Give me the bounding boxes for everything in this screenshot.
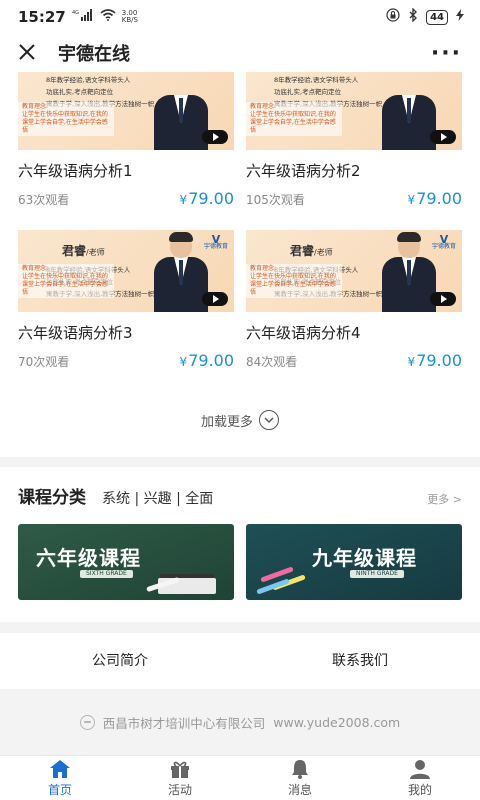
bell-icon bbox=[292, 759, 308, 779]
status-time: 15:27 bbox=[18, 8, 66, 26]
bluetooth-icon bbox=[408, 7, 418, 26]
play-icon[interactable] bbox=[430, 130, 456, 144]
signal-icon: 4G bbox=[72, 9, 94, 25]
category-more-link[interactable]: 更多 > bbox=[427, 491, 462, 507]
view-count: 70次观看 bbox=[18, 355, 70, 369]
tab-home[interactable]: 首页 bbox=[0, 756, 120, 800]
website-url: www.yude2008.com bbox=[273, 714, 401, 730]
play-icon[interactable] bbox=[202, 130, 228, 144]
course-list-section: 8年教学经验,语文学科带头人 功底扎实,考点靶向定位 寓教于学,深入浅出,教学方… bbox=[0, 72, 480, 457]
company-name: 西昌市树才培训中心有限公司 bbox=[102, 715, 266, 731]
chevron-down-icon bbox=[259, 410, 279, 430]
view-count: 63次观看 bbox=[18, 193, 70, 207]
company-intro-link[interactable]: 公司简介 bbox=[0, 633, 240, 689]
brand-logo-icon: V 宇德教育 bbox=[431, 233, 456, 250]
bottom-tab-bar: 首页 活动 消息 我的 bbox=[0, 755, 480, 800]
footer: 西昌市树才培训中心有限公司 www.yude2008.com bbox=[0, 702, 480, 742]
wifi-icon bbox=[100, 9, 116, 25]
user-icon bbox=[410, 759, 430, 779]
view-count: 84次观看 bbox=[246, 355, 298, 369]
tab-messages[interactable]: 消息 bbox=[240, 756, 360, 800]
course-price: ¥79.00 bbox=[407, 351, 462, 370]
tab-label: 我的 bbox=[407, 782, 432, 797]
course-title: 六年级语病分析2 bbox=[246, 162, 361, 180]
course-price: ¥79.00 bbox=[179, 189, 234, 208]
course-thumbnail: 君睿/老师 8年教学经验,语文学科带头人 功底扎实,考点靶向定位 寓教于学,深入… bbox=[246, 230, 462, 312]
gift-icon bbox=[171, 761, 189, 778]
page-title: 宇德在线 bbox=[58, 44, 130, 65]
svg-text:4G: 4G bbox=[72, 10, 79, 16]
lock-icon bbox=[386, 8, 400, 26]
course-title: 六年级语病分析1 bbox=[18, 162, 133, 180]
play-icon[interactable] bbox=[430, 292, 456, 306]
ninth-grade-course-card[interactable]: 九年级课程 NINTH GRADE bbox=[246, 524, 462, 600]
globe-icon bbox=[79, 714, 95, 730]
more-menu-button[interactable]: ··· bbox=[431, 41, 462, 66]
links-section: 公司简介 联系我们 bbox=[0, 633, 480, 689]
app-header: 宇德在线 ··· bbox=[0, 34, 480, 72]
view-count: 105次观看 bbox=[246, 193, 305, 207]
category-title: 课程分类 bbox=[18, 488, 86, 508]
tab-activities[interactable]: 活动 bbox=[120, 756, 240, 800]
tab-label: 消息 bbox=[287, 782, 312, 797]
category-card-sub: NINTH GRADE bbox=[350, 570, 404, 578]
course-grid: 8年教学经验,语文学科带头人 功底扎实,考点靶向定位 寓教于学,深入浅出,教学方… bbox=[18, 72, 462, 415]
tab-label: 首页 bbox=[47, 782, 72, 797]
course-card[interactable]: 8年教学经验,语文学科带头人 功底扎实,考点靶向定位 寓教于学,深入浅出,教学方… bbox=[246, 72, 462, 222]
battery-indicator: 44 bbox=[426, 9, 448, 25]
status-bar: 15:27 4G 3.00 KB/S 44 bbox=[0, 0, 480, 34]
course-price: ¥79.00 bbox=[179, 351, 234, 370]
course-card[interactable]: 君睿/老师 8年教学经验,语文学科带头人 功底扎实,考点靶向定位 寓教于学,深入… bbox=[18, 230, 234, 415]
teacher-name: 君睿/老师 bbox=[290, 244, 333, 258]
charging-icon bbox=[456, 9, 464, 25]
load-more-button[interactable]: 加载更多 bbox=[0, 410, 480, 430]
contact-us-link[interactable]: 联系我们 bbox=[240, 633, 480, 689]
course-card[interactable]: 8年教学经验,语文学科带头人 功底扎实,考点靶向定位 寓教于学,深入浅出,教学方… bbox=[18, 72, 234, 222]
teaching-philosophy: 教育理念: 让学生在快乐中获取知识,在我的课堂上学会自学,在生活中学会感悟 bbox=[246, 102, 342, 136]
course-title: 六年级语病分析4 bbox=[246, 324, 361, 342]
brand-logo-icon: V 宇德教育 bbox=[203, 233, 228, 250]
category-filters: 系统 | 兴趣 | 全面 bbox=[102, 491, 214, 507]
tab-label: 活动 bbox=[167, 782, 192, 797]
category-card-label: 六年级课程 bbox=[36, 546, 141, 570]
close-icon[interactable] bbox=[18, 41, 42, 65]
page-content: 8年教学经验,语文学科带头人 功底扎实,考点靶向定位 寓教于学,深入浅出,教学方… bbox=[0, 72, 480, 755]
network-speed: 3.00 KB/S bbox=[121, 9, 138, 24]
sixth-grade-course-card[interactable]: 六年级课程 SIXTH GRADE bbox=[18, 524, 234, 600]
course-card[interactable]: 君睿/老师 8年教学经验,语文学科带头人 功底扎实,考点靶向定位 寓教于学,深入… bbox=[246, 230, 462, 415]
load-more-label: 加载更多 bbox=[200, 414, 253, 430]
battery-level: 44 bbox=[430, 11, 444, 23]
home-icon bbox=[50, 759, 70, 778]
course-thumbnail: 君睿/老师 8年教学经验,语文学科带头人 功底扎实,考点靶向定位 寓教于学,深入… bbox=[18, 230, 234, 312]
course-category-section: 课程分类 系统 | 兴趣 | 全面 更多 > 六年级课程 SIXTH GRADE… bbox=[0, 467, 480, 622]
course-price: ¥79.00 bbox=[407, 189, 462, 208]
category-card-label: 九年级课程 bbox=[312, 546, 417, 570]
course-title: 六年级语病分析3 bbox=[18, 324, 133, 342]
course-thumbnail: 8年教学经验,语文学科带头人 功底扎实,考点靶向定位 寓教于学,深入浅出,教学方… bbox=[18, 72, 234, 150]
teaching-philosophy: 教育理念: 让学生在快乐中获取知识,在我的课堂上学会自学,在生活中学会感悟 bbox=[18, 102, 114, 136]
play-icon[interactable] bbox=[202, 292, 228, 306]
teaching-philosophy: 教育理念: 让学生在快乐中获取知识,在我的课堂上学会自学,在生活中学会感悟 bbox=[246, 264, 342, 298]
teacher-name: 君睿/老师 bbox=[62, 244, 105, 258]
teaching-philosophy: 教育理念: 让学生在快乐中获取知识,在我的课堂上学会自学,在生活中学会感悟 bbox=[18, 264, 114, 298]
course-thumbnail: 8年教学经验,语文学科带头人 功底扎实,考点靶向定位 寓教于学,深入浅出,教学方… bbox=[246, 72, 462, 150]
category-card-sub: SIXTH GRADE bbox=[80, 570, 133, 578]
tab-profile[interactable]: 我的 bbox=[360, 756, 480, 800]
